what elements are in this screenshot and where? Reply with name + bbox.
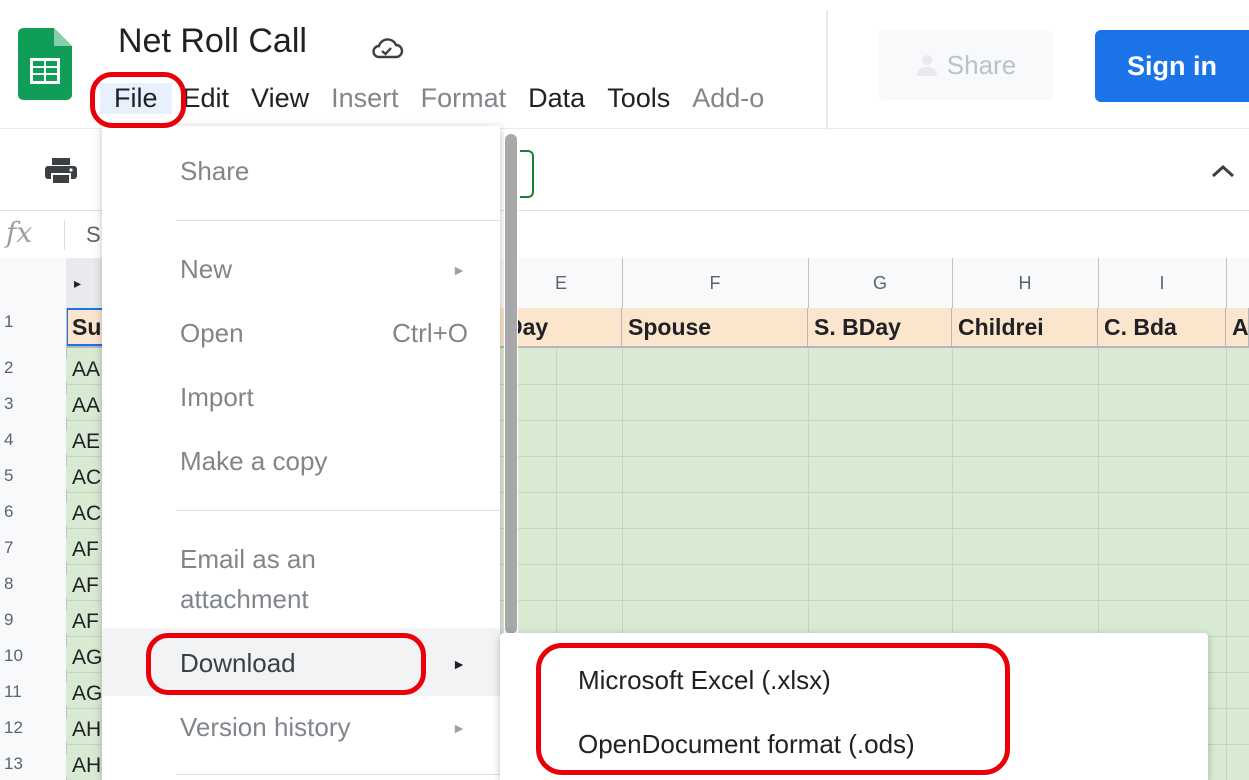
cell-a10[interactable]: AG [66,646,106,670]
menu-separator [176,220,500,221]
row-number[interactable]: 9 [0,610,62,630]
menu-item-version-history[interactable]: Version history [180,712,351,743]
print-icon[interactable] [44,156,78,186]
column-header-e[interactable]: E [500,258,623,308]
row-number[interactable]: 10 [0,646,62,666]
cell-a9[interactable]: AF [66,610,106,634]
row-number[interactable]: 12 [0,718,62,738]
column-header-a[interactable]: ▸ [66,258,106,308]
row-number[interactable]: 1 [0,312,62,332]
cell-a6[interactable]: AC [66,502,106,526]
cell-i1[interactable]: C. Bda [1098,308,1226,346]
row-number[interactable]: 3 [0,394,62,414]
cell-a12[interactable]: AH [66,718,106,742]
open-shortcut: Ctrl+O [392,318,468,348]
formula-input[interactable]: S [86,222,101,248]
column-header-f[interactable]: F [622,258,809,308]
column-header-i[interactable]: I [1098,258,1227,308]
selected-cell-outline [66,308,106,346]
cell-g1[interactable]: S. BDay [808,308,952,346]
grid-line [1226,308,1227,780]
cell-a7[interactable]: AF [66,538,106,562]
cell-a13[interactable]: AH [66,754,106,778]
person-icon [916,55,937,76]
menu-addons[interactable]: Add-o [681,83,775,114]
menu-format[interactable]: Format [410,83,518,114]
cell-a11[interactable]: AG [66,682,106,706]
highlight-file-menu [90,72,186,128]
menu-item-make-copy[interactable]: Make a copy [180,446,327,477]
row-number[interactable]: 4 [0,430,62,450]
menu-tools[interactable]: Tools [596,83,681,114]
cell-a5[interactable]: AC [66,466,106,490]
menubar-fade [780,70,840,126]
cell-h1[interactable]: Childrei [952,308,1098,346]
cell-e1[interactable]: Day [500,308,622,346]
row-number[interactable]: 7 [0,538,62,558]
menu-item-open[interactable]: Open [180,318,244,349]
cell-a3[interactable]: AA [66,394,106,418]
column-header-h[interactable]: H [952,258,1099,308]
row-header-gutter: 1 2 3 4 5 6 7 8 9 10 11 12 13 [0,308,67,780]
row-number[interactable]: 13 [0,754,62,774]
row-number[interactable]: 2 [0,358,62,378]
cell-j1[interactable]: A [1226,308,1249,346]
menubar: File Edit View Insert Format Data Tools … [100,80,775,116]
submenu-arrow-icon: ► [452,720,466,736]
cloud-saved-icon[interactable] [370,36,404,60]
menu-separator [176,774,500,775]
submenu-arrow-icon: ► [452,262,466,278]
menu-item-share[interactable]: Share [180,156,249,187]
toolbar-green-control[interactable] [520,150,534,198]
sign-in-button[interactable]: Sign in [1095,30,1249,102]
row-number[interactable]: 5 [0,466,62,486]
document-title[interactable]: Net Roll Call [118,22,307,61]
cell-a2[interactable]: AA [66,358,106,382]
menu-item-email-line1[interactable]: Email as an [180,544,316,575]
menu-scrollbar-thumb[interactable] [505,134,517,634]
formula-separator [64,220,65,250]
menu-item-email-line2[interactable]: attachment [180,584,309,615]
row-number[interactable]: 8 [0,574,62,594]
share-button[interactable]: Share [878,30,1053,100]
menu-item-new[interactable]: New [180,254,232,285]
menu-data[interactable]: Data [517,83,596,114]
header-divider [826,10,828,130]
submenu-arrow-icon: ► [452,656,466,672]
sheets-logo-icon[interactable] [18,28,72,100]
column-header-g[interactable]: G [808,258,953,308]
menu-insert[interactable]: Insert [320,83,410,114]
chevron-up-icon[interactable] [1210,162,1236,180]
menu-item-import[interactable]: Import [180,382,254,413]
highlight-download-options [536,643,1010,775]
highlight-download [146,633,426,695]
share-button-label: Share [946,49,1017,80]
menu-view[interactable]: View [240,83,320,114]
cell-f1[interactable]: Spouse [622,308,808,346]
cell-a4[interactable]: AE [66,430,106,454]
cell-a8[interactable]: AF [66,574,106,598]
row-number[interactable]: 6 [0,502,62,522]
row-number[interactable]: 11 [0,682,62,702]
menu-separator [176,510,500,511]
fx-icon: fx [6,216,33,249]
